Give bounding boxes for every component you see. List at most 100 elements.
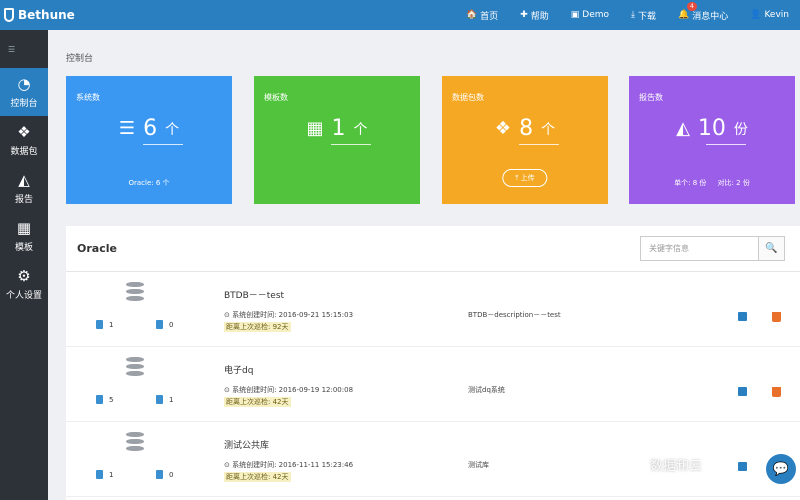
card-value: ☰ 6 个: [66, 116, 232, 141]
nav-download[interactable]: ⤓ 下载: [620, 0, 667, 30]
file-count-b-value: 1: [169, 395, 174, 404]
card-unit: 个: [165, 121, 180, 138]
search-button[interactable]: 🔍: [758, 236, 785, 261]
sidebar-item-console[interactable]: ◔ 控制台: [0, 68, 48, 116]
upload-button[interactable]: ⤒ 上传: [502, 169, 548, 187]
list-item: 1 0 BTDB－－test ⊙ 系统创建时间: 2016-09-21 15:15:0…: [66, 272, 800, 347]
card-title: 模板数: [264, 93, 288, 102]
sidebar: ☰ ◔ 控制台 ❖ 数据包 ◭ 报告 ▦ 模板 ⚙ 个人设置: [0, 30, 48, 500]
download-icon: ⤓: [631, 10, 635, 20]
inspection-badge: 距离上次巡检: 92天: [224, 322, 291, 332]
brand-name: Bethune: [18, 8, 75, 22]
file-icon: [156, 395, 163, 404]
file-count-a[interactable]: 1: [96, 320, 113, 329]
nav-messages-label: 消息中心: [692, 11, 729, 22]
card-footer: Oracle: 6 个: [128, 179, 170, 187]
sidebar-item-template-label: 模板: [14, 242, 33, 253]
value-underline: [706, 144, 746, 145]
home-icon: 🏠: [465, 10, 478, 20]
nav-user[interactable]: 👤 Kevin: [739, 0, 800, 30]
panel-title: Oracle: [77, 242, 117, 255]
sidebar-item-settings-label: 个人设置: [5, 290, 42, 301]
file-icon: [156, 320, 163, 329]
top-navbar: Bethune 🏠 首页 ✚ 帮助 ▣ Demo ⤓ 下载 🔔 消息中心 4 👤 Kevin: [0, 0, 800, 30]
system-name[interactable]: BTDB－－test: [224, 288, 284, 301]
value-underline: [331, 144, 371, 145]
sidebar-item-datapack[interactable]: ❖ 数据包: [0, 116, 48, 164]
card-value: ▦ 1 个: [254, 116, 420, 141]
nav-demo[interactable]: ▣ Demo: [560, 0, 620, 30]
nav-download-label: 下载: [638, 11, 657, 22]
created-time: ⊙ 系统创建时间: 2016-09-21 15:15:03: [224, 311, 354, 319]
watermark-text: 数据和云: [650, 459, 703, 474]
panel-header: Oracle 🔍: [66, 226, 800, 272]
card-unit: 个: [541, 121, 556, 138]
card-datapacks: 数据包数 ❖ 8 个 ⤒ 上传: [442, 76, 608, 204]
sidebar-item-settings[interactable]: ⚙ 个人设置: [0, 260, 48, 308]
card-unit: 份: [733, 121, 748, 138]
card-reports: 报告数 ◭ 10 份单个: 8 份 对比: 2 份: [629, 76, 795, 204]
file-count-b[interactable]: 0: [156, 320, 173, 329]
card-value: ◭ 10 份: [629, 116, 795, 141]
nav-home[interactable]: 🏠 首页: [455, 0, 509, 30]
sidebar-item-report[interactable]: ◭ 报告: [0, 164, 48, 212]
file-count-b-value: 0: [169, 320, 174, 329]
nav-help[interactable]: ✚ 帮助: [509, 0, 560, 30]
file-icon: [96, 320, 103, 329]
area-chart-icon: ◭: [18, 170, 30, 189]
card-value: ❖ 8 个: [442, 116, 608, 141]
page-title: 控制台: [66, 54, 94, 64]
system-name[interactable]: 电子dq: [224, 363, 253, 376]
edit-button[interactable]: [738, 387, 747, 396]
nav-help-label: 帮助: [530, 11, 549, 22]
notification-badge: 4: [687, 2, 697, 11]
card-title: 数据包数: [452, 93, 484, 102]
cubes-icon: ❖: [17, 122, 31, 141]
sidebar-toggle-icon[interactable]: ☰: [0, 30, 48, 68]
bell-icon: 🔔: [678, 10, 690, 20]
file-count-b[interactable]: 0: [156, 470, 173, 479]
chat-button[interactable]: 💬: [766, 454, 796, 484]
delete-button[interactable]: [772, 387, 781, 397]
database-icon: [126, 432, 144, 452]
nav-home-label: 首页: [480, 11, 499, 22]
brand[interactable]: Bethune: [0, 0, 150, 30]
nav-messages[interactable]: 🔔 消息中心 4: [667, 0, 739, 30]
file-count-b[interactable]: 1: [156, 395, 173, 404]
value-underline: [519, 144, 559, 145]
value-underline: [143, 144, 183, 145]
database-icon: [126, 282, 144, 302]
main-content: 控制台 系统数 ☰ 6 个 Oracle: 6 个模板数 ▦ 1 个数据包数 ❖ 8 个 ⤒ 上传 报告…: [48, 30, 800, 500]
card-title: 系统数: [76, 93, 100, 102]
system-description: 测试dq系统: [468, 386, 505, 394]
file-count-a-value: 5: [109, 395, 114, 404]
file-count-b-value: 0: [169, 470, 174, 479]
created-time: ⊙ 系统创建时间: 2016-11-11 15:23:46: [224, 461, 354, 469]
system-name[interactable]: 测试公共库: [224, 438, 269, 451]
inspection-badge: 距离上次巡检: 42天: [224, 397, 291, 407]
edit-button[interactable]: [738, 462, 747, 471]
card-footer: 单个: 8 份 对比: 2 份: [674, 179, 750, 187]
card-title: 报告数: [639, 93, 663, 102]
file-count-a[interactable]: 1: [96, 470, 113, 479]
area-chart-icon: ◭: [676, 118, 690, 139]
file-icon: [156, 470, 163, 479]
table-icon: ▦: [16, 218, 32, 237]
card-number: 10: [697, 116, 726, 141]
top-nav: 🏠 首页 ✚ 帮助 ▣ Demo ⤓ 下载 🔔 消息中心 4 👤 Kevin: [455, 0, 800, 30]
delete-button[interactable]: [772, 312, 781, 322]
card-systems: 系统数 ☰ 6 个 Oracle: 6 个: [66, 76, 232, 204]
shield-logo-icon: [4, 8, 14, 22]
table-icon: ▦: [306, 118, 324, 139]
database-icon: [126, 357, 144, 377]
card-unit: 个: [353, 121, 368, 138]
card-templates: 模板数 ▦ 1 个: [254, 76, 420, 204]
demo-icon: ▣: [570, 10, 580, 20]
cubes-icon: ❖: [494, 118, 512, 139]
edit-button[interactable]: [738, 312, 747, 321]
sidebar-item-template[interactable]: ▦ 模板: [0, 212, 48, 260]
file-count-a[interactable]: 5: [96, 395, 113, 404]
search-input[interactable]: [640, 236, 758, 261]
file-icon: [96, 395, 103, 404]
inspection-badge: 距离上次巡检: 42天: [224, 472, 291, 482]
